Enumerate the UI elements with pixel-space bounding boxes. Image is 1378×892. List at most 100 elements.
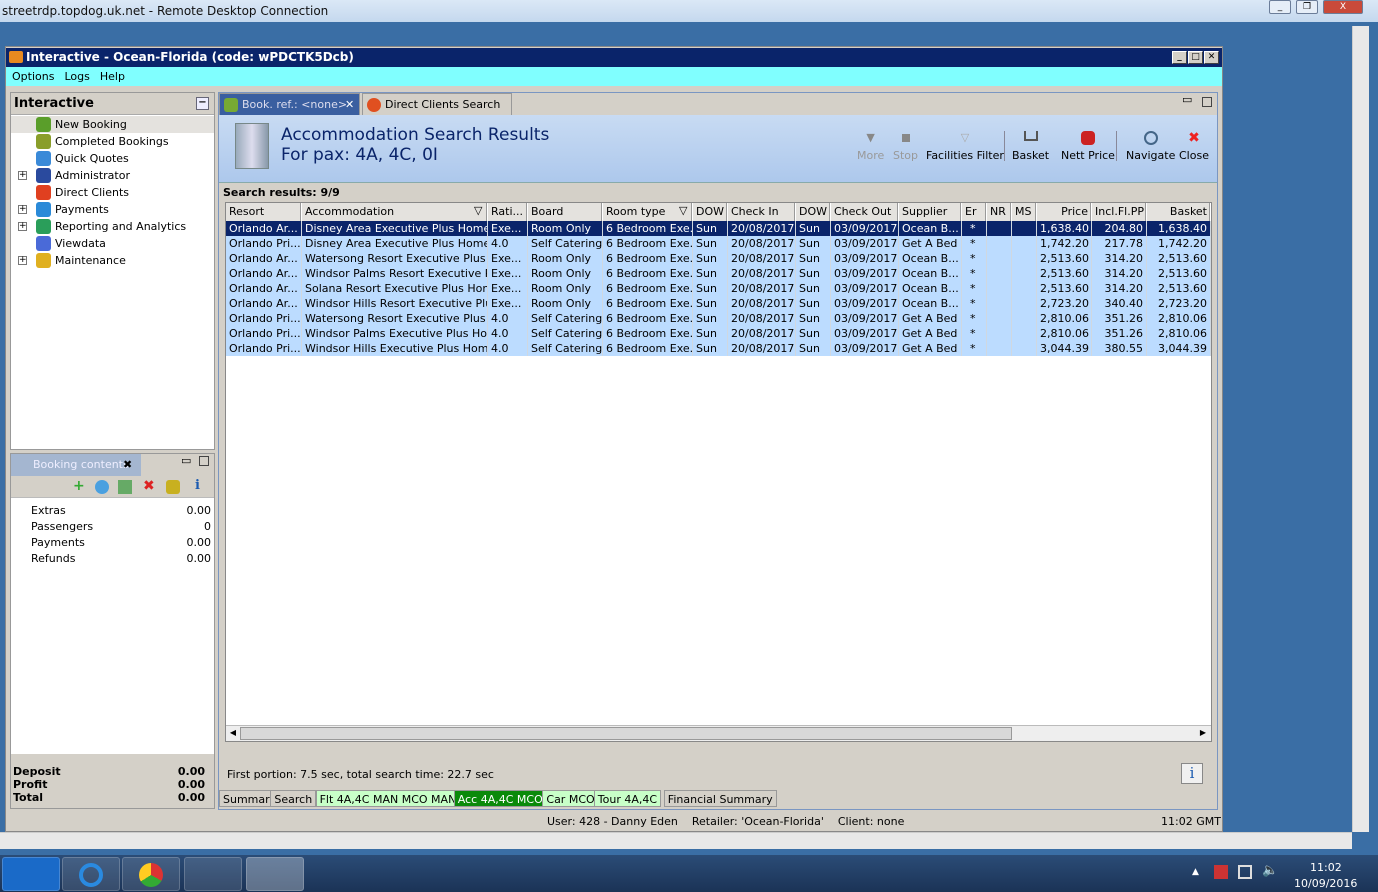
nav-item[interactable]: + Reporting and Analytics — [11, 218, 214, 235]
scroll-thumb[interactable] — [240, 727, 1012, 740]
volume-icon[interactable]: 🔈 — [1262, 863, 1278, 878]
scroll-left-icon[interactable]: ◀ — [226, 726, 240, 740]
facilities-filter-button[interactable]: ▽ Facilities Filter — [926, 131, 1004, 162]
filter-icon[interactable]: ▽ — [474, 204, 482, 217]
nav-item[interactable]: + Administrator — [11, 167, 214, 184]
remote-desktop-taskbar-icon[interactable] — [246, 857, 304, 891]
app-maximize-button[interactable]: □ — [1188, 51, 1203, 64]
nav-item[interactable]: + Maintenance — [11, 252, 214, 269]
column-header[interactable]: Resort — [226, 203, 302, 221]
bottom-tab[interactable]: Flt 4A,4C MAN MCO MAN — [315, 790, 461, 807]
app-taskbar-icon[interactable] — [184, 857, 242, 891]
menu-logs[interactable]: Logs — [64, 67, 89, 86]
column-header[interactable]: DOW — [693, 203, 728, 221]
column-header[interactable]: NR — [987, 203, 1012, 221]
column-header[interactable]: Basket — [1147, 203, 1211, 221]
more-button[interactable]: ▼ More — [857, 131, 884, 162]
nett-price-button[interactable]: Nett Price — [1061, 131, 1115, 162]
info-icon[interactable]: i — [195, 478, 200, 493]
table-cell: 03/09/2017 — [831, 251, 899, 266]
close-tab-icon[interactable]: ✕ — [345, 94, 354, 116]
column-header[interactable]: Rati... — [488, 203, 528, 221]
nav-item[interactable]: Completed Bookings — [11, 133, 214, 150]
column-header[interactable]: Board — [528, 203, 603, 221]
clock-icon[interactable] — [95, 480, 109, 494]
clock-date[interactable]: 10/09/2016 — [1294, 877, 1357, 890]
compass-icon — [1143, 131, 1158, 145]
rdp-vertical-scrollbar[interactable] — [1352, 26, 1369, 832]
minimize-icon[interactable]: ▭ — [1182, 93, 1192, 106]
table-row[interactable]: Orlando Ar... Solana Resort Executive Plu… — [226, 281, 1211, 296]
nav-item-icon — [36, 151, 51, 166]
add-icon[interactable]: + — [73, 478, 85, 494]
column-header[interactable]: Er — [962, 203, 987, 221]
collapse-icon[interactable]: − — [196, 97, 209, 110]
column-header[interactable]: Check In — [728, 203, 796, 221]
expand-icon[interactable]: + — [18, 171, 27, 180]
table-row[interactable]: Orlando Pri... Disney Area Executive Plus… — [226, 236, 1211, 251]
basket-icon[interactable] — [118, 480, 132, 494]
column-header[interactable]: MS — [1012, 203, 1037, 221]
column-header[interactable]: Incl.Fl.PP — [1092, 203, 1147, 221]
delete-icon[interactable]: ✖ — [143, 478, 155, 494]
network-icon[interactable] — [1238, 865, 1252, 879]
expand-icon[interactable]: + — [18, 205, 27, 214]
table-row[interactable]: Orlando Ar... Windsor Palms Resort Execut… — [226, 266, 1211, 281]
table-horizontal-scrollbar[interactable]: ◀ ▶ — [226, 725, 1211, 741]
info-button[interactable]: i — [1181, 763, 1203, 784]
bottom-tab[interactable]: Car MCO — [542, 790, 599, 807]
clock-time[interactable]: 11:02 — [1310, 861, 1342, 874]
app-close-button[interactable]: ✕ — [1204, 51, 1219, 64]
column-header[interactable]: Supplier — [899, 203, 962, 221]
navigate-button[interactable]: Navigate — [1126, 131, 1175, 162]
bottom-tab[interactable]: Financial Summary — [663, 790, 777, 807]
table-row[interactable]: Orlando Pri... Watersong Resort Executive… — [226, 311, 1211, 326]
table-row[interactable]: Orlando Pri... Windsor Palms Executive Pl… — [226, 326, 1211, 341]
g-app-taskbar-icon[interactable] — [62, 857, 120, 891]
tab-direct-clients-search[interactable]: Direct Clients Search — [362, 93, 512, 115]
row-value: 0.00 — [186, 504, 212, 517]
nav-item[interactable]: + Payments — [11, 201, 214, 218]
bottom-tab[interactable]: Search — [270, 790, 317, 807]
chrome-taskbar-icon[interactable] — [122, 857, 180, 891]
menu-options[interactable]: Options — [12, 67, 54, 86]
rdp-minimize-button[interactable]: _ — [1269, 0, 1291, 14]
bottom-tab[interactable]: Tour 4A,4C — [593, 790, 662, 807]
basket-button[interactable]: Basket — [1012, 131, 1049, 162]
nav-item[interactable]: Quick Quotes — [11, 150, 214, 167]
outlook-taskbar-icon[interactable] — [2, 857, 60, 891]
column-header[interactable]: DOW — [796, 203, 831, 221]
table-cell: 314.20 — [1092, 266, 1147, 281]
nav-item[interactable]: Viewdata — [11, 235, 214, 252]
bottom-tab[interactable]: Acc 4A,4C MCO — [453, 790, 547, 807]
minimize-icon[interactable]: ▭ — [181, 454, 191, 467]
rdp-horizontal-scrollbar[interactable] — [0, 832, 1352, 849]
action-center-icon[interactable] — [1214, 865, 1228, 879]
tab-booking[interactable]: Book. ref.: <none> ✕ — [219, 93, 360, 115]
table-row[interactable]: Orlando Ar... Disney Area Executive Plus … — [226, 221, 1211, 236]
rdp-restore-button[interactable]: ❐ — [1296, 0, 1318, 14]
column-header[interactable]: Check Out — [831, 203, 899, 221]
table-row[interactable]: Orlando Pri... Windsor Hills Executive Pl… — [226, 341, 1211, 356]
close-button[interactable]: ✖ Close — [1179, 131, 1209, 162]
close-icon[interactable]: ✖ — [123, 454, 132, 476]
table-row[interactable]: Orlando Ar... Windsor Hills Resort Execut… — [226, 296, 1211, 311]
nav-item[interactable]: Direct Clients — [11, 184, 214, 201]
expand-icon[interactable]: + — [18, 256, 27, 265]
stop-button[interactable]: Stop — [893, 131, 918, 162]
maximize-icon[interactable] — [1202, 97, 1212, 107]
table-row[interactable]: Orlando Ar... Watersong Resort Executive … — [226, 251, 1211, 266]
column-header[interactable]: Price — [1037, 203, 1092, 221]
scroll-right-icon[interactable]: ▶ — [1196, 726, 1210, 740]
tab-booking-contents[interactable]: Booking contents ✖ — [11, 454, 141, 476]
rdp-close-button[interactable]: X — [1323, 0, 1363, 14]
app-minimize-button[interactable]: _ — [1172, 51, 1187, 64]
expand-icon[interactable]: + — [18, 222, 27, 231]
show-hidden-icons[interactable]: ▲ — [1192, 867, 1199, 877]
maximize-icon[interactable] — [199, 456, 209, 466]
menu-help[interactable]: Help — [100, 67, 125, 86]
column-header[interactable]: Accommodation — [302, 203, 488, 221]
nav-item[interactable]: New Booking — [11, 116, 214, 133]
island-icon[interactable] — [166, 480, 180, 494]
filter-icon[interactable]: ▽ — [679, 204, 687, 217]
